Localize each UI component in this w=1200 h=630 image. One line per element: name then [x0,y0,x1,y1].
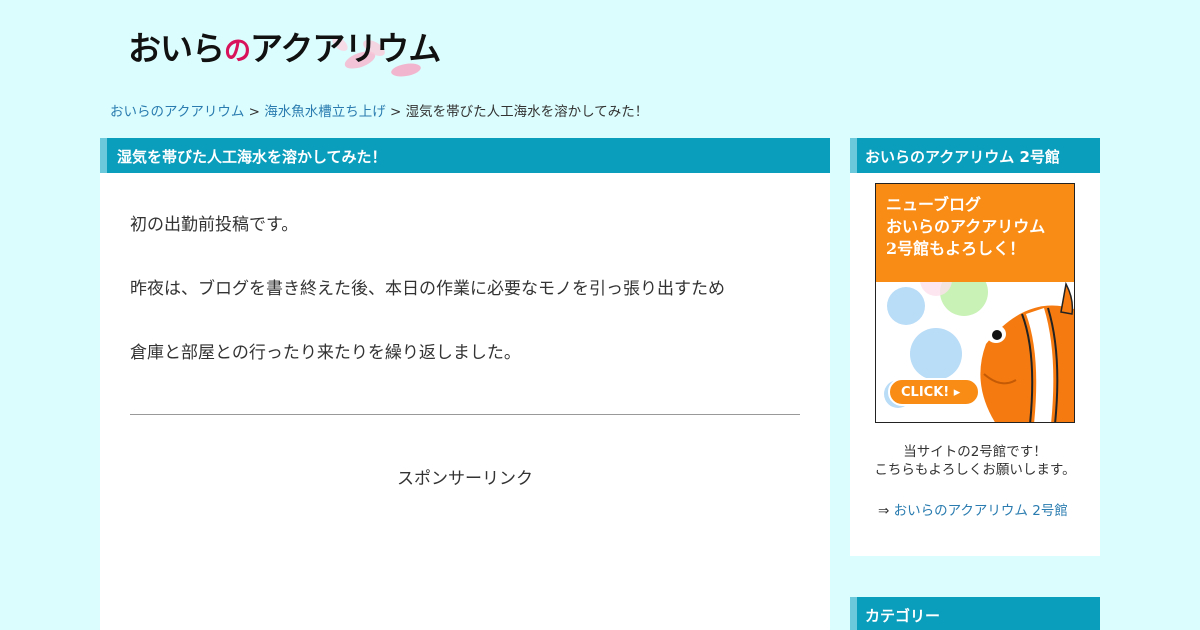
article-title: 湿気を帯びた人工海水を溶かしてみた！ [100,138,830,173]
widget-title: おいらのアクアリウム 2号館 [850,138,1100,173]
blog2-link-row: ⇒ おいらのアクアリウム 2号館 [878,499,1068,519]
widget-title: カテゴリー [850,597,1100,630]
breadcrumb-separator: > [385,104,406,120]
sidebar-widget-blog2: おいらのアクアリウム 2号館 ニューブログ おいらのアクアリウム 2号館もよろし… [850,138,1100,556]
breadcrumb: おいらのアクアリウム > 海水魚水槽立ち上げ > 湿気を帯びた人工海水を溶かして… [110,100,648,120]
widget-description: 当サイトの2号館です！ こちらもよろしくお願いします。 [874,444,1076,478]
sidebar-widget-categories: カテゴリー [850,597,1100,630]
site-logo[interactable]: おいらのアクアリウム [128,18,473,80]
logo-pink-char: の [224,36,251,67]
blog2-link[interactable]: おいらのアクアリウム 2号館 [894,503,1068,519]
arrow-right-icon: ▸ [953,385,961,400]
article-paragraph: 倉庫と部屋との行ったり来たりを繰り返しました。 [130,343,521,363]
logo-text: おいらのアクアリウム [128,29,441,68]
banner-click-button[interactable]: CLICK! ▸ [888,378,980,406]
divider [130,414,800,415]
article-paragraph: 昨夜は、ブログを書き終えた後、本日の作業に必要なモノを引っ張り出すため [130,279,725,299]
breadcrumb-category-link[interactable]: 海水魚水槽立ち上げ [264,104,386,120]
breadcrumb-current: 湿気を帯びた人工海水を溶かしてみた！ [405,104,649,120]
blog2-banner[interactable]: ニューブログ おいらのアクアリウム 2号館もよろしく！ CLICK! ▸ [875,183,1075,423]
breadcrumb-separator: > [244,104,265,120]
sponsor-label: スポンサーリンク [397,469,533,489]
breadcrumb-home-link[interactable]: おいらのアクアリウム [110,104,244,120]
arrow-icon: ⇒ [878,503,894,519]
banner-text: ニューブログ おいらのアクアリウム 2号館もよろしく！ [876,184,1074,282]
article-paragraph: 初の出勤前投稿です。 [130,215,299,235]
article: 湿気を帯びた人工海水を溶かしてみた！ 初の出勤前投稿です。 昨夜は、ブログを書き… [100,138,830,630]
